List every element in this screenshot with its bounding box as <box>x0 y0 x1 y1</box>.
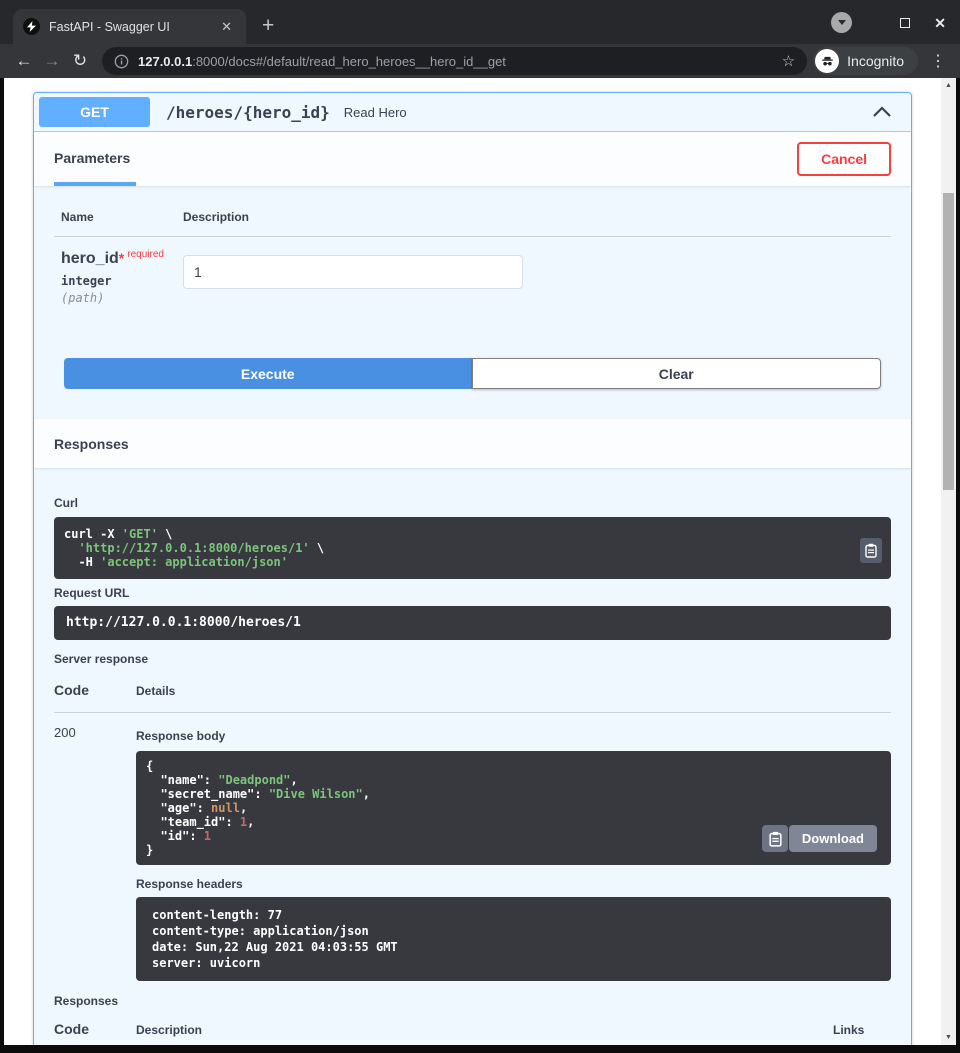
parameters-body: Name Description hero_id*required intege… <box>34 186 911 419</box>
response-headers-block: content-length: 77content-type: applicat… <box>136 897 891 981</box>
parameters-header: Parameters Cancel <box>34 132 911 186</box>
browser-tab[interactable]: FastAPI - Swagger UI ✕ <box>13 9 246 44</box>
parameters-table-head: Name Description <box>54 186 891 237</box>
browser-toolbar: ← → ↻ 127.0.0.1:8000/docs#/default/read_… <box>0 44 960 78</box>
incognito-badge: Incognito <box>813 47 918 75</box>
page-content: GET /heroes/{hero_id} Read Hero Paramete… <box>4 78 941 1045</box>
column-links: Links <box>833 1023 891 1037</box>
response-copy-button[interactable] <box>762 825 788 852</box>
clipboard-icon <box>769 831 782 847</box>
operation-summary[interactable]: GET /heroes/{hero_id} Read Hero <box>34 93 911 132</box>
window-border-bottom <box>0 1045 960 1053</box>
column-details: Details <box>136 684 175 698</box>
column-description: Description <box>183 210 249 224</box>
operation-description: Read Hero <box>344 105 407 120</box>
responses-section-header: Responses <box>34 419 911 468</box>
browser-menu-icon[interactable]: ⋮ <box>926 51 950 71</box>
back-button[interactable]: ← <box>10 47 38 75</box>
url-host: 127.0.0.1 <box>138 54 192 69</box>
scroll-up-icon[interactable]: ▲ <box>941 78 956 93</box>
server-response-row: 200 Response body { "name": "Deadpond", … <box>54 713 891 981</box>
server-response-table-head: Code Details <box>54 682 891 713</box>
info-icon[interactable] <box>114 54 129 69</box>
server-response-label: Server response <box>54 652 891 666</box>
responses-table-label: Responses <box>54 994 891 1008</box>
fastapi-favicon <box>23 18 40 35</box>
address-bar[interactable]: 127.0.0.1:8000/docs#/default/read_hero_h… <box>102 47 807 75</box>
scrollbar-thumb[interactable] <box>943 193 954 490</box>
curl-copy-button[interactable] <box>860 538 882 563</box>
parameter-meta: hero_id*required integer (path) <box>61 249 183 305</box>
window-menu-button[interactable] <box>831 12 852 33</box>
column-code: Code <box>54 1021 136 1037</box>
cancel-button[interactable]: Cancel <box>797 142 891 176</box>
maximize-button[interactable] <box>900 18 910 28</box>
response-details: Response body { "name": "Deadpond", "sec… <box>136 723 891 981</box>
response-body-label: Response body <box>136 729 891 743</box>
chevron-down-icon <box>838 20 846 25</box>
column-name: Name <box>61 210 183 224</box>
window-close-button[interactable]: ✕ <box>934 16 946 30</box>
clipboard-icon <box>865 543 877 558</box>
responses-body: Curl curl -X 'GET' \ 'http://127.0.0.1:8… <box>34 468 911 1045</box>
url-text: 127.0.0.1:8000/docs#/default/read_hero_h… <box>138 54 506 69</box>
forward-button[interactable]: → <box>38 47 66 75</box>
responses-title: Responses <box>54 436 129 452</box>
incognito-label: Incognito <box>847 53 904 69</box>
window-border-left <box>0 78 4 1053</box>
column-description: Description <box>136 1023 833 1037</box>
download-button[interactable]: Download <box>789 825 877 852</box>
responses-table-head: Code Description Links <box>54 1021 891 1045</box>
parameter-type: integer <box>61 274 183 288</box>
tab-parameters: Parameters <box>54 132 136 186</box>
parameter-location: (path) <box>61 291 183 305</box>
tab-strip: FastAPI - Swagger UI ✕ + ✕ <box>0 0 960 44</box>
browser-window: FastAPI - Swagger UI ✕ + ✕ ← → ↻ 127.0.0… <box>0 0 960 1053</box>
scroll-down-icon[interactable]: ▼ <box>941 1030 956 1045</box>
execute-row: Execute Clear <box>64 358 881 389</box>
tab-close-icon[interactable]: ✕ <box>217 17 236 37</box>
url-path: :8000/docs#/default/read_hero_heroes__he… <box>192 54 506 69</box>
curl-command-block: curl -X 'GET' \ 'http://127.0.0.1:8000/h… <box>54 517 891 579</box>
required-star: * <box>119 250 124 266</box>
tab-title: FastAPI - Swagger UI <box>49 20 217 34</box>
bookmark-star-icon[interactable]: ☆ <box>782 52 795 70</box>
status-code: 200 <box>54 723 136 981</box>
curl-label: Curl <box>54 496 891 510</box>
clear-button[interactable]: Clear <box>472 358 882 389</box>
request-url-label: Request URL <box>54 586 891 600</box>
request-url-value: http://127.0.0.1:8000/heroes/1 <box>66 616 879 630</box>
response-headers-label: Response headers <box>136 877 891 891</box>
opblock-get: GET /heroes/{hero_id} Read Hero Paramete… <box>33 92 912 1045</box>
required-label: required <box>127 249 164 260</box>
request-url-block: http://127.0.0.1:8000/heroes/1 <box>54 606 891 640</box>
incognito-icon <box>815 49 839 73</box>
parameter-name: hero_id*required <box>61 249 183 268</box>
execute-button[interactable]: Execute <box>64 358 472 389</box>
column-code: Code <box>54 682 136 698</box>
operation-path: /heroes/{hero_id} <box>166 103 330 122</box>
window-controls: ✕ <box>831 12 946 33</box>
new-tab-button[interactable]: + <box>262 15 274 36</box>
collapse-button[interactable] <box>872 106 892 118</box>
reload-button[interactable]: ↻ <box>66 47 94 75</box>
window-border-right <box>956 78 960 1053</box>
scrollbar[interactable]: ▲ ▼ <box>941 78 956 1045</box>
parameter-value-cell <box>183 249 523 305</box>
hero-id-input[interactable] <box>183 255 523 289</box>
response-body-block: { "name": "Deadpond", "secret_name": "Di… <box>136 751 891 865</box>
method-badge: GET <box>39 97 150 127</box>
parameter-row: hero_id*required integer (path) <box>54 237 891 305</box>
maximize-icon <box>900 18 910 28</box>
chevron-up-icon <box>872 106 892 118</box>
